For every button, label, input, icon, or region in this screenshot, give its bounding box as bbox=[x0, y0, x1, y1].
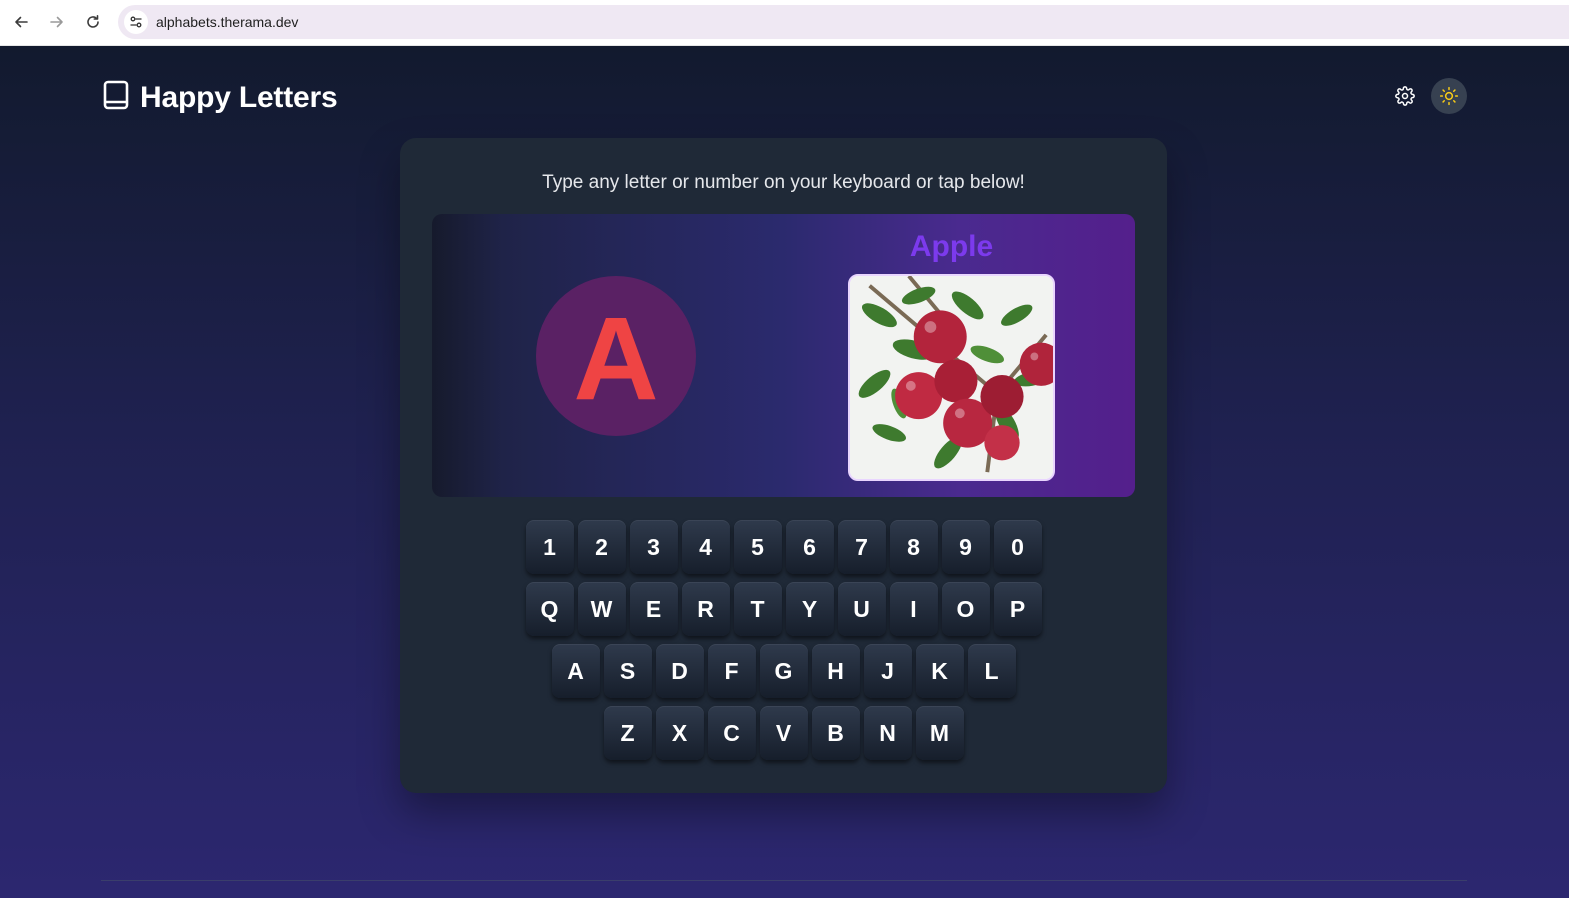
brand: Happy Letters bbox=[102, 79, 338, 116]
key-k[interactable]: K bbox=[915, 644, 964, 698]
key-5[interactable]: 5 bbox=[733, 520, 782, 574]
keyboard-row: ASDFGHJKL bbox=[400, 644, 1167, 698]
key-j[interactable]: J bbox=[863, 644, 912, 698]
key-x[interactable]: X bbox=[655, 706, 704, 760]
key-7[interactable]: 7 bbox=[837, 520, 886, 574]
app-page: Happy Letters Type any letter or number … bbox=[0, 46, 1569, 898]
key-z[interactable]: Z bbox=[603, 706, 652, 760]
key-u[interactable]: U bbox=[837, 582, 886, 636]
back-arrow-icon[interactable] bbox=[9, 10, 33, 34]
key-b[interactable]: B bbox=[811, 706, 860, 760]
reload-icon[interactable] bbox=[81, 10, 105, 34]
sun-icon bbox=[1439, 86, 1459, 106]
key-q[interactable]: Q bbox=[525, 582, 574, 636]
forward-arrow-icon[interactable] bbox=[45, 10, 69, 34]
browser-toolbar: alphabets.therama.dev bbox=[0, 0, 1569, 46]
key-f[interactable]: F bbox=[707, 644, 756, 698]
book-icon bbox=[102, 79, 130, 116]
key-2[interactable]: 2 bbox=[577, 520, 626, 574]
instruction-text: Type any letter or number on your keyboa… bbox=[542, 172, 1025, 193]
key-o[interactable]: O bbox=[941, 582, 990, 636]
key-g[interactable]: G bbox=[759, 644, 808, 698]
key-r[interactable]: R bbox=[681, 582, 730, 636]
key-l[interactable]: L bbox=[967, 644, 1016, 698]
apples-on-branch-image bbox=[848, 274, 1055, 481]
key-3[interactable]: 3 bbox=[629, 520, 678, 574]
key-h[interactable]: H bbox=[811, 644, 860, 698]
key-6[interactable]: 6 bbox=[785, 520, 834, 574]
key-1[interactable]: 1 bbox=[525, 520, 574, 574]
gear-icon[interactable] bbox=[1392, 83, 1418, 109]
letter-display: A Apple bbox=[432, 214, 1135, 497]
key-m[interactable]: M bbox=[915, 706, 964, 760]
key-p[interactable]: P bbox=[993, 582, 1042, 636]
key-e[interactable]: E bbox=[629, 582, 678, 636]
key-s[interactable]: S bbox=[603, 644, 652, 698]
key-9[interactable]: 9 bbox=[941, 520, 990, 574]
key-i[interactable]: I bbox=[889, 582, 938, 636]
keyboard-row: QWERTYUIOP bbox=[400, 582, 1167, 636]
site-settings-icon[interactable] bbox=[124, 10, 148, 34]
key-c[interactable]: C bbox=[707, 706, 756, 760]
footer-divider bbox=[101, 880, 1467, 881]
key-t[interactable]: T bbox=[733, 582, 782, 636]
letter-circle[interactable]: A bbox=[536, 276, 696, 436]
keyboard-row: 1234567890 bbox=[400, 520, 1167, 574]
current-word: Apple bbox=[909, 230, 994, 263]
key-0[interactable]: 0 bbox=[993, 520, 1042, 574]
current-letter: A bbox=[573, 293, 659, 425]
key-4[interactable]: 4 bbox=[681, 520, 730, 574]
on-screen-keyboard: 1234567890 QWERTYUIOP ASDFGHJKL ZXCVBNM bbox=[400, 520, 1167, 768]
address-bar[interactable]: alphabets.therama.dev bbox=[118, 5, 1569, 39]
key-v[interactable]: V bbox=[759, 706, 808, 760]
key-n[interactable]: N bbox=[863, 706, 912, 760]
learning-card: Type any letter or number on your keyboa… bbox=[400, 138, 1167, 793]
key-d[interactable]: D bbox=[655, 644, 704, 698]
key-w[interactable]: W bbox=[577, 582, 626, 636]
theme-toggle-button[interactable] bbox=[1431, 78, 1467, 114]
key-8[interactable]: 8 bbox=[889, 520, 938, 574]
keyboard-row: ZXCVBNM bbox=[400, 706, 1167, 760]
key-a[interactable]: A bbox=[551, 644, 600, 698]
key-y[interactable]: Y bbox=[785, 582, 834, 636]
url-text[interactable]: alphabets.therama.dev bbox=[156, 14, 298, 30]
app-title: Happy Letters bbox=[140, 80, 338, 114]
